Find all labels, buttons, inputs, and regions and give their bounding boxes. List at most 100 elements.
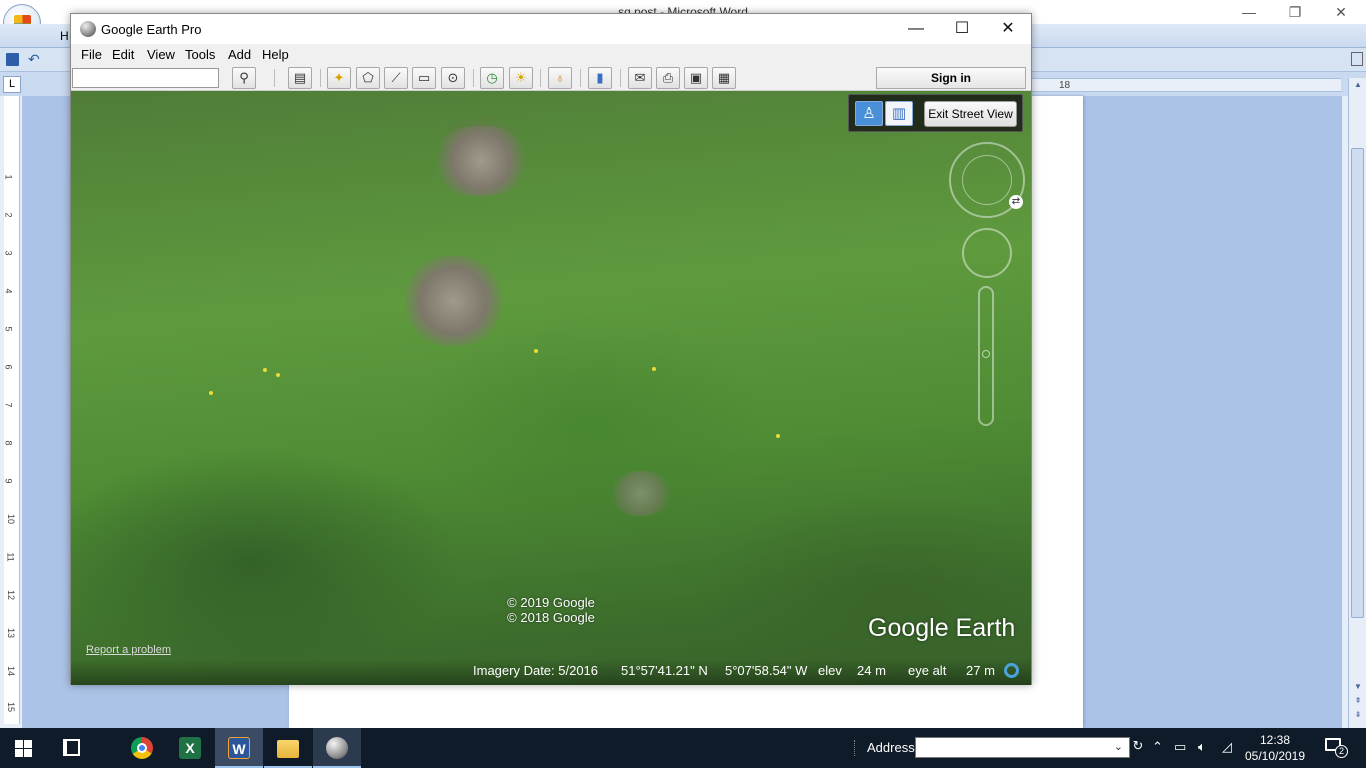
word-icon: W <box>228 737 250 759</box>
word-minimize-button[interactable]: — <box>1226 0 1272 24</box>
save-image-icon[interactable]: ▣ <box>684 67 708 89</box>
undo-icon[interactable]: ↶ <box>28 51 40 68</box>
ribbon-tab-home[interactable]: H <box>60 29 69 43</box>
email-icon[interactable]: ✉ <box>628 67 652 89</box>
add-placemark-icon[interactable]: ✦ <box>327 67 351 89</box>
menu-file[interactable]: File <box>81 47 102 62</box>
ge-maximize-button[interactable]: ☐ <box>939 14 985 44</box>
taskbar-excel[interactable]: X <box>166 728 214 768</box>
scroll-up-icon[interactable]: ▲ <box>1352 80 1364 89</box>
exit-street-view-button[interactable]: Exit Street View <box>924 101 1017 127</box>
tab-selector[interactable]: L <box>3 76 21 93</box>
street-view-panel: ♙ ▥ Exit Street View <box>848 94 1023 132</box>
address-label: Address <box>867 740 915 755</box>
ruler-icon[interactable]: ▮ <box>588 67 612 89</box>
scroll-down-icon[interactable]: ▼ <box>1352 682 1364 691</box>
sidebar-toggle-icon[interactable]: ▤ <box>288 67 312 89</box>
battery-icon[interactable]: ▭ <box>1174 739 1186 755</box>
vruler-number: 6 <box>3 364 14 370</box>
vruler-number: 13 <box>6 627 17 639</box>
vruler-number: 15 <box>6 701 17 713</box>
flower <box>276 373 280 377</box>
task-view-button[interactable] <box>48 728 96 768</box>
eye-alt-label: eye alt <box>908 663 947 678</box>
word-restore-button[interactable]: ❐ <box>1272 0 1318 24</box>
show-hidden-icons-icon[interactable]: ⌃ <box>1152 739 1163 755</box>
menu-add[interactable]: Add <box>228 47 251 62</box>
record-tour-icon[interactable]: ⊙ <box>441 67 465 89</box>
ruler-label: 18 <box>1059 80 1071 91</box>
google-earth-window: Google Earth Pro — ☐ ✕ File Edit View To… <box>70 13 1032 685</box>
start-button[interactable] <box>0 728 48 768</box>
action-center-button[interactable]: 2 <box>1325 738 1348 758</box>
taskbar-chrome[interactable] <box>118 728 166 768</box>
view-ruler-icon[interactable] <box>1351 52 1363 66</box>
system-clock[interactable]: 12:38 05/10/2019 <box>1240 732 1310 764</box>
copyright-line: © 2018 Google <box>507 610 595 625</box>
toolbar-grip <box>854 740 856 756</box>
ge-status-bar: Imagery Date: 5/2016 51°57'41.21" N 5°07… <box>71 659 1031 685</box>
menu-edit[interactable]: Edit <box>112 47 134 62</box>
historical-imagery-icon[interactable]: ◷ <box>480 67 504 89</box>
horizontal-ruler: 18 <box>1031 78 1341 92</box>
ge-minimize-button[interactable]: — <box>893 14 939 44</box>
building-view-icon[interactable]: ▥ <box>885 101 913 126</box>
chrome-icon <box>131 737 153 759</box>
network-icon[interactable]: ◿ <box>1222 739 1232 755</box>
street-view-imagery[interactable]: ♙ ▥ Exit Street View ⇄ © 2019 Google © 2… <box>71 91 1031 685</box>
refresh-icon[interactable]: ↻ <box>1130 738 1146 758</box>
print-icon[interactable]: ⎙ <box>656 67 680 89</box>
zoom-slider[interactable] <box>978 286 994 426</box>
volume-icon[interactable]: 🔈︎ <box>1198 739 1206 755</box>
scroll-thumb[interactable] <box>1351 148 1364 618</box>
notification-count: 2 <box>1335 745 1348 758</box>
search-icon[interactable]: ⚲ <box>232 67 256 89</box>
sign-in-button[interactable]: Sign in <box>876 67 1026 89</box>
menu-view[interactable]: View <box>147 47 175 62</box>
zoom-slider-knob[interactable] <box>982 350 990 358</box>
chevron-down-icon[interactable]: ⌄ <box>1114 740 1123 753</box>
ground-level-person-icon[interactable]: ♙ <box>855 101 883 126</box>
ge-close-button[interactable]: ✕ <box>985 14 1031 44</box>
copyright-line: © 2019 Google <box>507 595 595 610</box>
reset-north-icon[interactable]: ⇄ <box>1009 195 1023 209</box>
grass-mound <box>611 471 671 516</box>
toolbar-separator <box>580 69 581 87</box>
toolbar-separator <box>320 69 321 87</box>
google-earth-app-icon <box>80 21 96 37</box>
clock-date: 05/10/2019 <box>1244 749 1306 763</box>
flower <box>263 368 267 372</box>
report-problem-link[interactable]: Report a problem <box>86 644 171 656</box>
taskbar-word[interactable]: W <box>215 728 263 768</box>
address-input[interactable]: ⌄ <box>915 737 1130 758</box>
search-input[interactable] <box>72 68 219 88</box>
vruler-number: 8 <box>3 440 14 446</box>
next-page-icon[interactable]: ⇟ <box>1352 710 1364 719</box>
taskbar-google-earth[interactable] <box>313 728 361 768</box>
prev-page-icon[interactable]: ⇞ <box>1352 696 1364 705</box>
word-close-button[interactable]: ✕ <box>1318 0 1364 24</box>
vruler-number: 11 <box>5 552 16 562</box>
sunlight-icon[interactable]: ☀ <box>509 67 533 89</box>
save-icon[interactable] <box>6 53 19 66</box>
streaming-status-icon <box>1004 663 1019 678</box>
planets-icon[interactable]: ♁ <box>548 67 572 89</box>
menu-tools[interactable]: Tools <box>185 47 215 62</box>
elevation-value: 24 m <box>857 663 886 678</box>
task-view-icon <box>63 739 80 756</box>
latitude: 51°57'41.21" N <box>621 663 708 678</box>
vruler-number: 14 <box>6 665 17 677</box>
add-path-icon[interactable]: ⟋ <box>384 67 408 89</box>
view-in-maps-icon[interactable]: ▦ <box>712 67 736 89</box>
menu-help[interactable]: Help <box>262 47 289 62</box>
vruler-number: 10 <box>6 513 17 525</box>
word-vertical-scrollbar[interactable]: ▲ ▼ ⇞ ⇟ <box>1348 78 1366 728</box>
look-joystick-inner[interactable] <box>962 155 1012 205</box>
flower <box>652 367 656 371</box>
add-image-overlay-icon[interactable]: ▭ <box>412 67 436 89</box>
imagery-copyright: © 2019 Google © 2018 Google <box>451 595 651 625</box>
move-joystick[interactable] <box>962 228 1012 278</box>
taskbar-file-explorer[interactable] <box>264 728 312 768</box>
toolbar-separator <box>620 69 621 87</box>
add-polygon-icon[interactable]: ⬠ <box>356 67 380 89</box>
